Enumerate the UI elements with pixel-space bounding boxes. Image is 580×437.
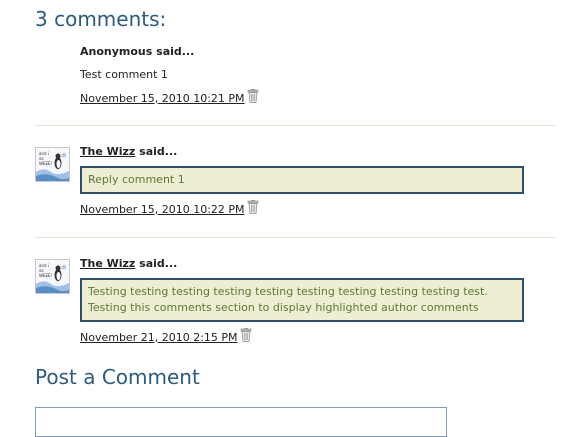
comment-author: Anonymous <box>80 45 152 58</box>
comment-body-highlighted: Testing testing testing testing testing … <box>80 278 524 322</box>
comment-footer: November 15, 2010 10:22 PM <box>80 202 259 216</box>
comment-divider <box>35 237 555 238</box>
comment-author-line: The Wizz said... <box>80 145 177 158</box>
comment-input-box[interactable] <box>35 407 447 437</box>
comment-timestamp-link[interactable]: November 15, 2010 10:21 PM <box>80 92 245 105</box>
post-comment-heading: Post a Comment <box>35 365 200 389</box>
svg-text:WEEE!: WEEE! <box>39 273 52 278</box>
comment-said-label: said... <box>135 257 177 270</box>
comment-author-line: The Wizz said... <box>80 257 177 270</box>
comment-timestamp-link[interactable]: November 21, 2010 2:15 PM <box>80 331 238 344</box>
comment-divider <box>35 125 555 126</box>
comment-author-link[interactable]: The Wizz <box>80 257 135 270</box>
comment-author-link[interactable]: The Wizz <box>80 145 135 158</box>
comment-footer: November 15, 2010 10:21 PM <box>80 91 259 105</box>
trash-icon[interactable] <box>240 328 252 342</box>
comment-item: and i so WEEE! The Wizz said... Testing … <box>35 255 555 350</box>
comment-said-label: said... <box>135 145 177 158</box>
comment-author-line: Anonymous said... <box>80 45 194 58</box>
trash-icon[interactable] <box>247 200 259 214</box>
comment-item: and i so WEEE! The Wizz said... Reply co… <box>35 143 555 223</box>
comments-heading: 3 comments: <box>35 7 166 31</box>
comment-said-label: said... <box>152 45 194 58</box>
comment-item: Anonymous said... Test comment 1 Novembe… <box>35 45 555 115</box>
comment-timestamp-link[interactable]: November 15, 2010 10:22 PM <box>80 203 245 216</box>
avatar[interactable]: and i so WEEE! <box>35 259 70 294</box>
trash-icon[interactable] <box>247 89 259 103</box>
avatar[interactable]: and i so WEEE! <box>35 147 70 182</box>
comment-body: Test comment 1 <box>80 68 168 81</box>
comment-footer: November 21, 2010 2:15 PM <box>80 330 252 344</box>
svg-text:WEEE!: WEEE! <box>39 161 52 166</box>
comment-body-highlighted: Reply comment 1 <box>80 166 524 194</box>
